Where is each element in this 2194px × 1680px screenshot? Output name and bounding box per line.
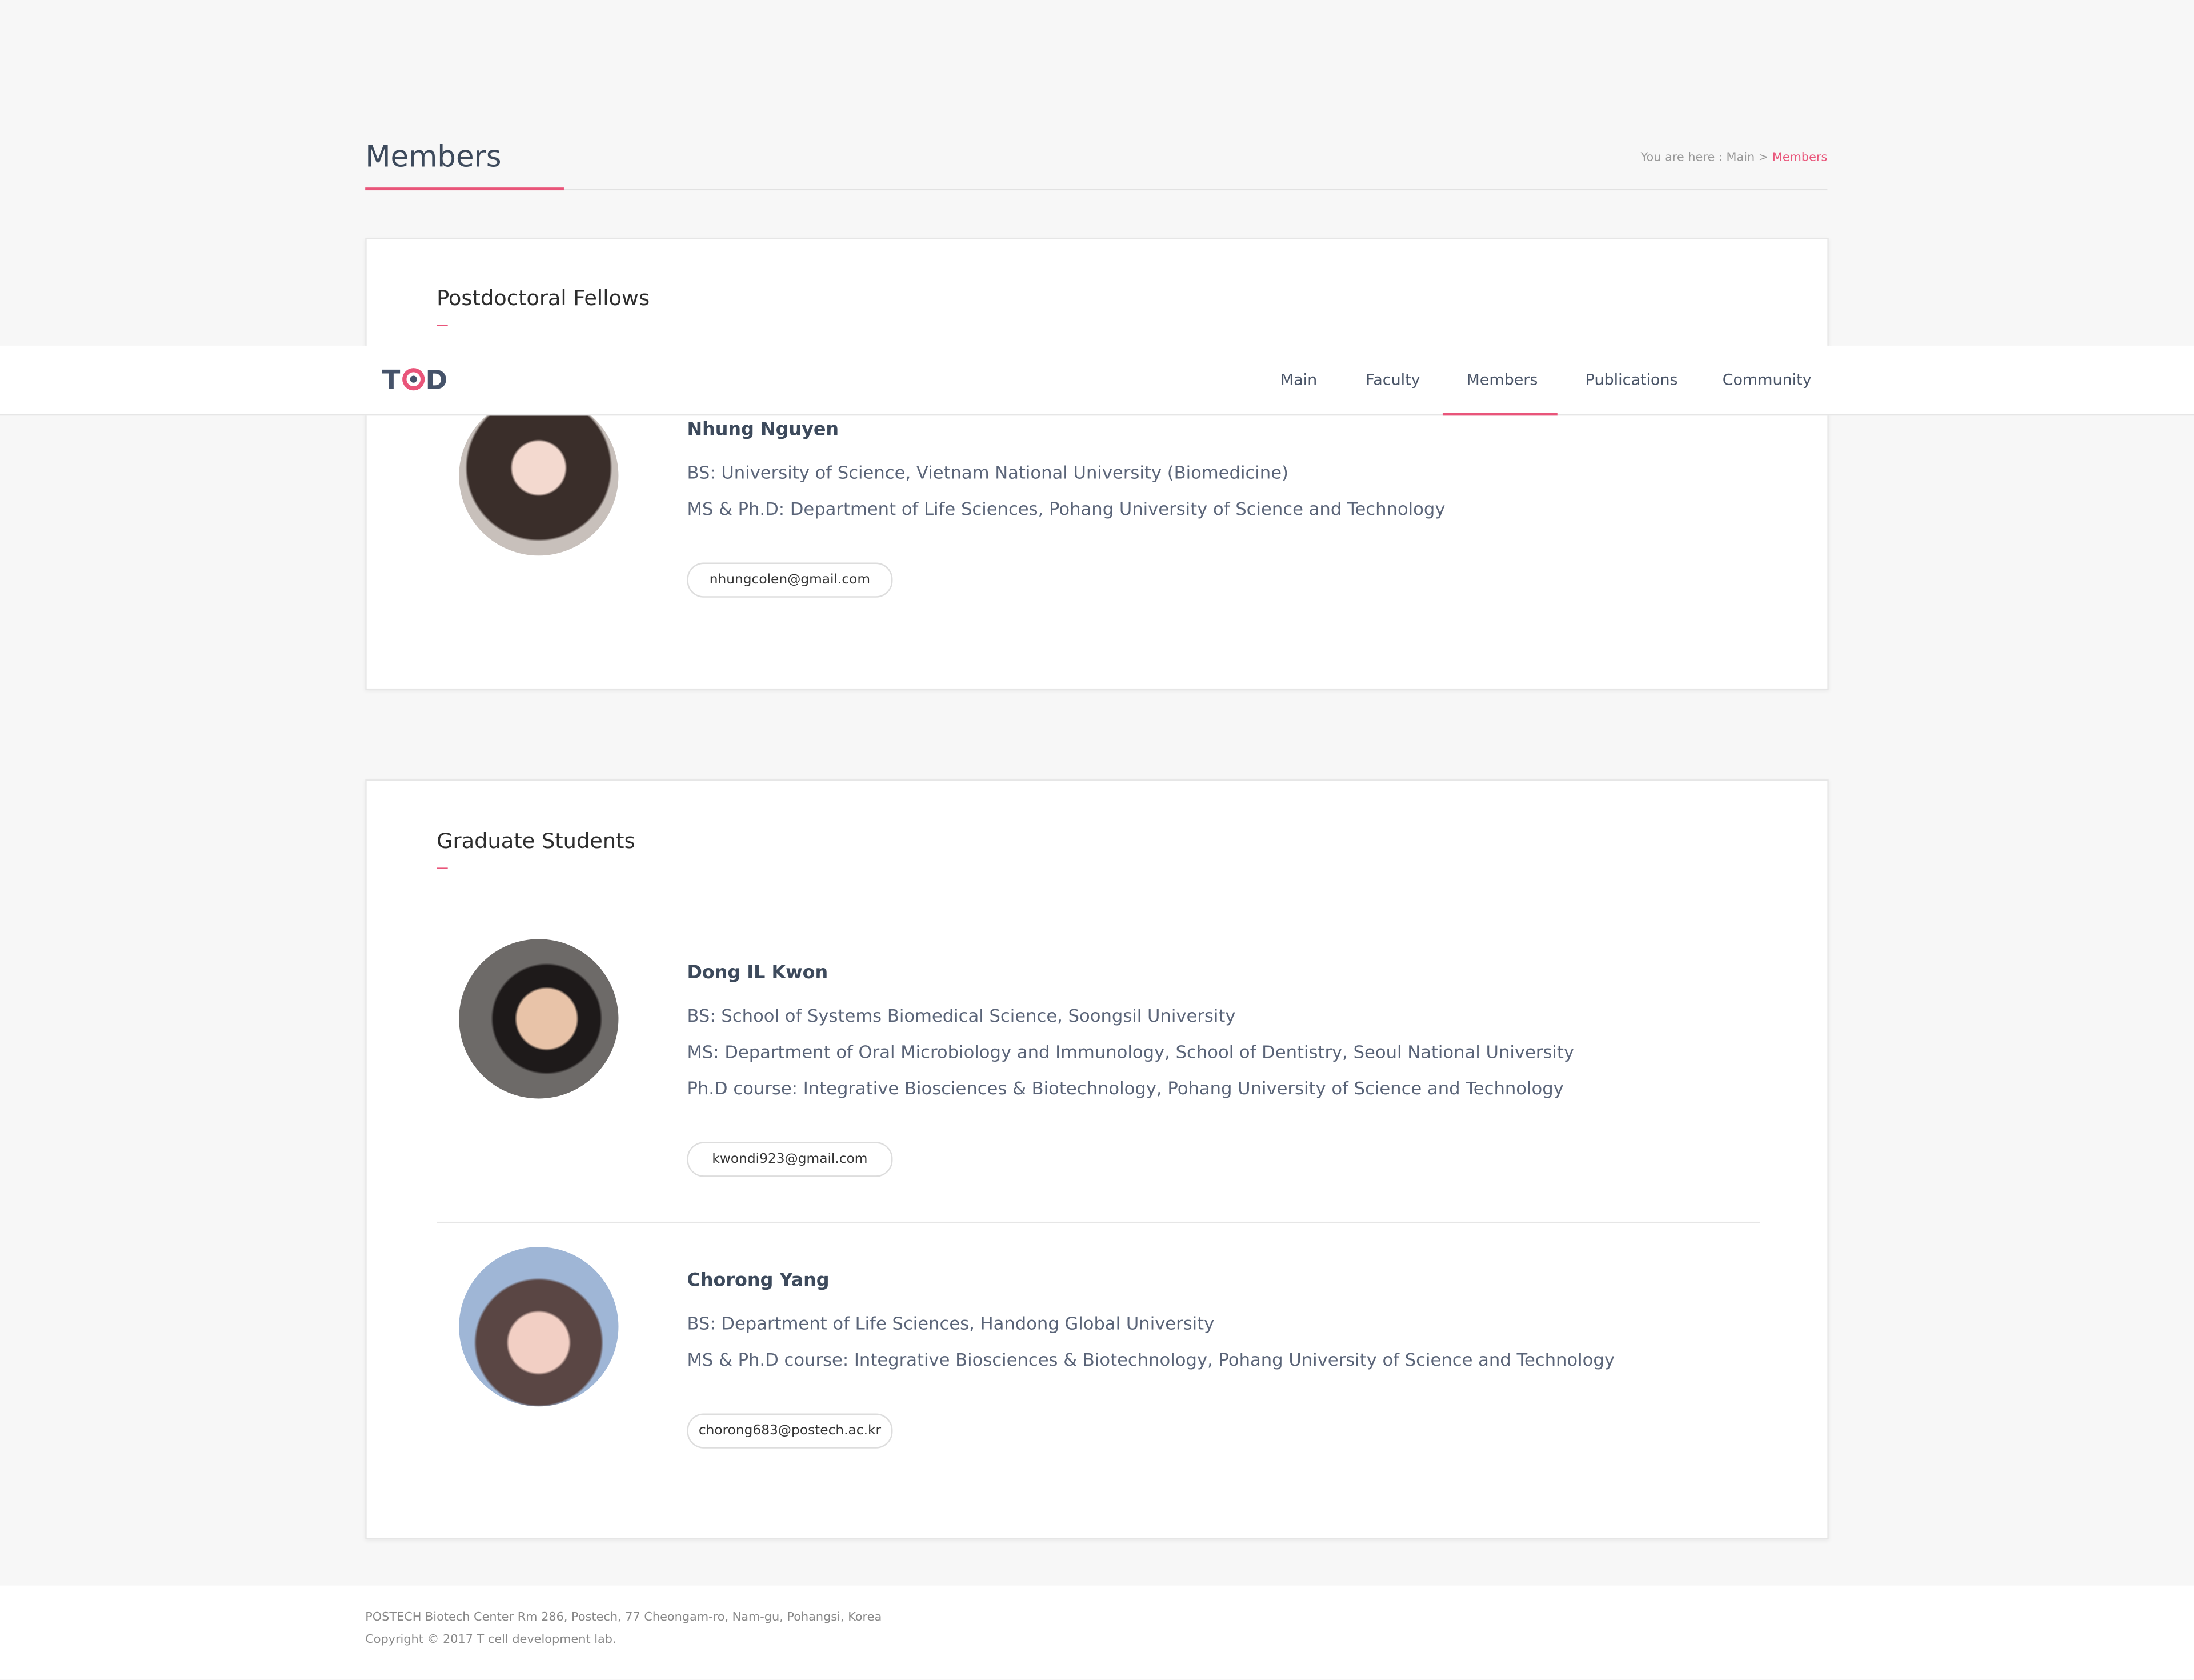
member-detail: BS: Department of Life Sciences, Handong… [687, 1313, 1215, 1334]
email-button[interactable]: chorong683@postech.ac.kr [687, 1413, 893, 1449]
member-detail: Ph.D course: Integrative Biosciences & B… [687, 1077, 1564, 1099]
section-accent [437, 325, 448, 326]
member-detail: MS & Ph.D: Department of Life Sciences, … [687, 498, 1446, 519]
nav-community[interactable]: Community [1723, 346, 1812, 414]
tcd-logo-icon: T D [382, 365, 448, 395]
section-accent [437, 867, 448, 869]
member-detail: MS: Department of Oral Microbiology and … [687, 1041, 1574, 1062]
member-photo [459, 1247, 619, 1407]
member-divider [437, 1221, 1760, 1223]
member-name: Nhung Nguyen [687, 419, 839, 441]
svg-text:T: T [382, 365, 401, 395]
nav-faculty[interactable]: Faculty [1366, 346, 1420, 414]
nav-active-indicator [1442, 413, 1558, 416]
breadcrumb: You are here : Main > Members [1641, 151, 1828, 165]
footer-copyright: Copyright © 2017 T cell development lab. [365, 1633, 616, 1647]
member-name: Dong IL Kwon [687, 962, 828, 984]
section-heading: Postdoctoral Fellows [437, 285, 650, 311]
title-accent-line [365, 187, 564, 191]
top-navbar: T D Main Faculty Members Publications Co… [0, 345, 2194, 416]
nav-members[interactable]: Members [1467, 346, 1538, 414]
logo[interactable]: T D [382, 364, 450, 395]
footer-address: POSTECH Biotech Center Rm 286, Postech, … [365, 1610, 882, 1625]
member-name: Chorong Yang [687, 1270, 830, 1292]
member-detail: BS: School of Systems Biomedical Science… [687, 1005, 1236, 1026]
nav-publications[interactable]: Publications [1586, 346, 1678, 414]
title-divider [365, 189, 1828, 191]
member-photo [459, 939, 619, 1099]
section-heading: Graduate Students [437, 828, 635, 854]
breadcrumb-prefix[interactable]: You are here : Main > [1641, 151, 1772, 165]
svg-text:D: D [425, 365, 447, 395]
page-title: Members [365, 139, 502, 174]
postdoc-section: Postdoctoral Fellows Nhung Nguyen BS: Un… [365, 238, 1829, 690]
nav-main[interactable]: Main [1280, 346, 1317, 414]
member-detail: MS & Ph.D course: Integrative Bioscience… [687, 1349, 1615, 1370]
graduate-section: Graduate Students Dong IL Kwon BS: Schoo… [365, 779, 1829, 1539]
breadcrumb-current: Members [1772, 151, 1828, 165]
member-photo [459, 396, 619, 556]
email-button[interactable]: kwondi923@gmail.com [687, 1142, 893, 1177]
member-detail: BS: University of Science, Vietnam Natio… [687, 462, 1288, 483]
footer: POSTECH Biotech Center Rm 286, Postech, … [0, 1585, 2194, 1679]
email-button[interactable]: nhungcolen@gmail.com [687, 562, 893, 598]
